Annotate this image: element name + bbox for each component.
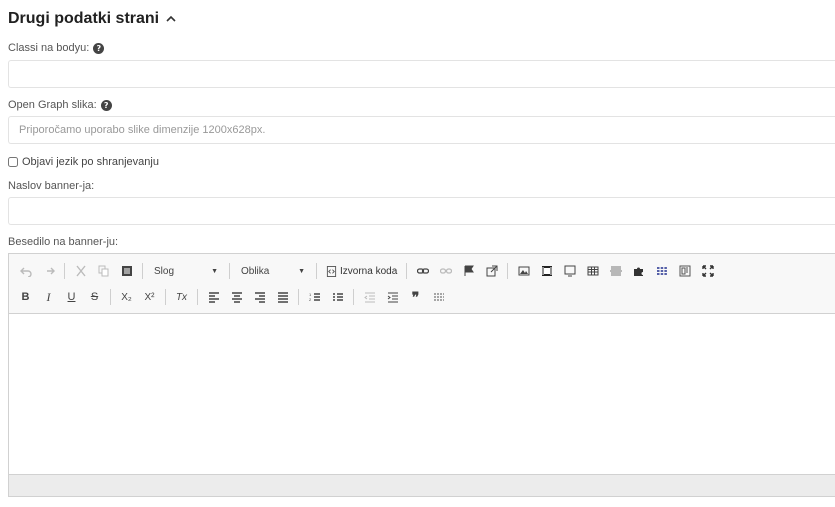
anchor-flag-icon[interactable] (458, 261, 479, 281)
outdent-icon[interactable] (359, 287, 380, 307)
style-combo[interactable]: Slog ▼ (150, 261, 222, 281)
publish-language-checkbox[interactable] (8, 157, 18, 167)
source-button-label: Izvorna koda (340, 265, 398, 277)
video-icon[interactable] (536, 261, 557, 281)
image-icon[interactable] (513, 261, 534, 281)
blockquote-icon: ❞ (411, 288, 420, 305)
body-classes-input[interactable] (8, 60, 835, 88)
italic-button[interactable]: I (38, 287, 59, 307)
help-icon[interactable]: ? (100, 99, 112, 111)
toolbar-separator (110, 289, 111, 305)
paste-icon[interactable] (116, 261, 137, 281)
body-classes-label-text: Classi na bodyu: (8, 42, 90, 54)
undo-icon[interactable] (15, 261, 36, 281)
source-button[interactable]: Izvorna koda (322, 261, 401, 281)
editor-statusbar (9, 474, 835, 496)
toolbar-separator (406, 263, 408, 279)
section-title: Drugi podatki strani (8, 10, 160, 27)
section-header[interactable]: Drugi podatki strani (8, 10, 177, 28)
rich-text-editor: Slog ▼ Oblika ▼ Izvorna koda B I U S X₂ … (8, 253, 835, 497)
link-icon[interactable] (412, 261, 433, 281)
maximize-icon[interactable] (697, 261, 718, 281)
toolbar-separator (298, 289, 299, 305)
bold-icon: B (21, 291, 30, 303)
dropdown-arrow-icon: ▼ (298, 267, 305, 275)
indent-icon[interactable] (382, 287, 403, 307)
publish-language-label: Objavi jezik po shranjevanju (22, 156, 159, 168)
copy-icon[interactable] (93, 261, 114, 281)
og-image-input[interactable] (8, 116, 835, 144)
iframe-icon[interactable] (559, 261, 580, 281)
publish-language-row[interactable]: Objavi jezik po shranjevanju (8, 156, 159, 168)
style-combo-value: Slog (154, 265, 175, 277)
horizontal-rule-icon[interactable] (605, 261, 626, 281)
og-image-label-text: Open Graph slika: (8, 99, 97, 111)
banner-title-input[interactable] (8, 197, 835, 225)
svg-text:2: 2 (309, 297, 312, 302)
body-classes-label: Classi na bodyu: ? (8, 42, 105, 54)
banner-title-label-text: Naslov banner-ja: (8, 180, 95, 192)
toolbar-separator (316, 263, 317, 279)
banner-title-label: Naslov banner-ja: (8, 180, 94, 192)
underline-icon: U (67, 291, 76, 303)
align-justify-icon[interactable] (272, 287, 293, 307)
numbered-list-icon[interactable]: 12 (304, 287, 325, 307)
div-container-icon[interactable] (428, 287, 449, 307)
redo-icon[interactable] (38, 261, 59, 281)
format-combo[interactable]: Oblika ▼ (237, 261, 309, 281)
remove-format-icon: Tx (175, 291, 188, 303)
plugin-puzzle-icon[interactable] (628, 261, 649, 281)
toolbar-separator (165, 289, 166, 305)
format-combo-value: Oblika (241, 265, 270, 277)
superscript-button[interactable]: X² (139, 287, 160, 307)
toolbar-separator (64, 263, 65, 279)
external-link-icon[interactable] (481, 261, 502, 281)
blockquote-button[interactable]: ❞ (405, 287, 426, 307)
og-image-label: Open Graph slika: ? (8, 99, 112, 111)
chevron-up-icon[interactable] (165, 13, 177, 25)
strikethrough-icon: S (90, 291, 99, 303)
underline-button[interactable]: U (61, 287, 82, 307)
editor-content-area[interactable] (9, 314, 835, 474)
toolbar-row-1: Slog ▼ Oblika ▼ Izvorna koda (15, 258, 835, 284)
remove-format-button[interactable]: Tx (171, 287, 192, 307)
toolbar-separator (229, 263, 230, 279)
cut-icon[interactable] (70, 261, 91, 281)
italic-icon: I (46, 289, 51, 304)
subscript-button[interactable]: X₂ (116, 287, 137, 307)
toolbar-separator (142, 263, 143, 279)
superscript-icon: X² (144, 291, 155, 303)
subscript-icon: X₂ (121, 291, 132, 303)
align-left-icon[interactable] (203, 287, 224, 307)
source-icon (326, 265, 337, 277)
banner-text-label: Besedilo na banner-ju: (8, 236, 118, 248)
align-center-icon[interactable] (226, 287, 247, 307)
toolbar-separator (353, 289, 354, 305)
align-right-icon[interactable] (249, 287, 270, 307)
strikethrough-button[interactable]: S (84, 287, 105, 307)
dropdown-arrow-icon: ▼ (211, 267, 218, 275)
toolbar-row-2: B I U S X₂ X² Tx 12 ❞ (15, 284, 835, 310)
toolbar-separator (197, 289, 198, 305)
editor-toolbar: Slog ▼ Oblika ▼ Izvorna koda B I U S X₂ … (9, 254, 835, 314)
unlink-icon[interactable] (435, 261, 456, 281)
bulleted-list-icon[interactable] (327, 287, 348, 307)
grid-icon[interactable] (651, 261, 672, 281)
banner-text-label-text: Besedilo na banner-ju: (8, 236, 119, 248)
help-icon[interactable]: ? (93, 42, 105, 54)
template-icon[interactable] (674, 261, 695, 281)
bold-button[interactable]: B (15, 287, 36, 307)
table-icon[interactable] (582, 261, 603, 281)
toolbar-separator (507, 263, 509, 279)
